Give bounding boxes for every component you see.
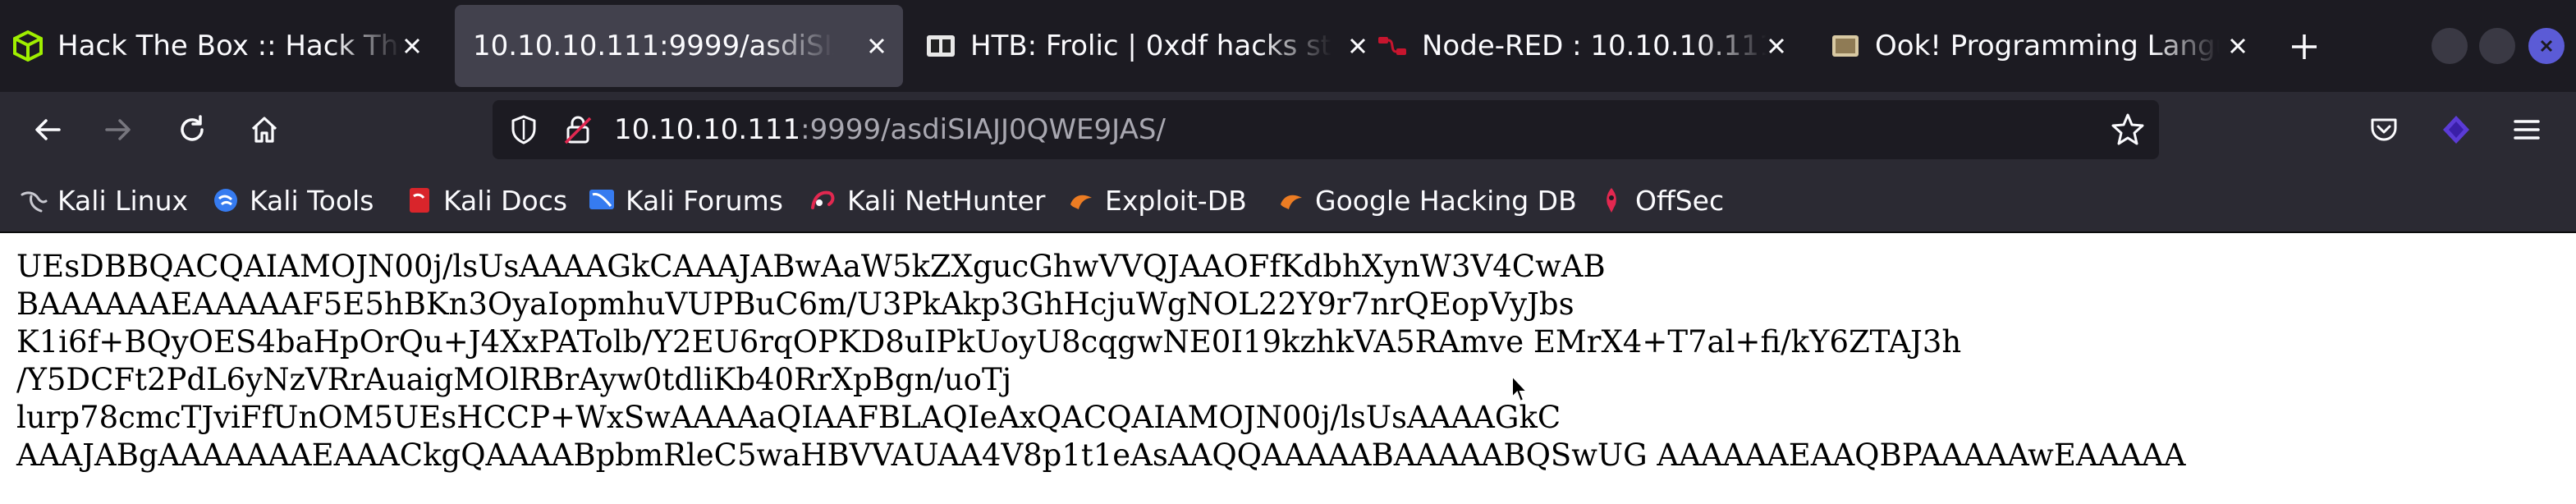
ghdb-icon	[1277, 186, 1305, 214]
kali-tools-icon	[212, 186, 240, 214]
navigation-toolbar: 10.10.10.111:9999/asdiSIAJJ0QWE9JAS/	[0, 92, 2576, 167]
bookmarks-toolbar: Kali Linux Kali Tools Kali Docs Kali For…	[0, 167, 2576, 233]
tab-hack-the-box[interactable]: Hack The Box :: Hack The Box	[11, 5, 438, 87]
bookmark-label: Kali Tools	[250, 184, 374, 217]
extension-icon[interactable]	[2435, 108, 2477, 151]
hamburger-menu-icon[interactable]	[2505, 108, 2548, 151]
tracking-protection-shield-icon[interactable]	[507, 113, 540, 149]
tab-title: HTB: Frolic | 0xdf hacks stuff	[970, 30, 1332, 62]
home-button[interactable]	[243, 108, 286, 151]
bookmark-label: Kali Docs	[443, 184, 568, 217]
close-tab-icon[interactable]	[860, 30, 893, 62]
tab-htb-frolic[interactable]: HTB: Frolic | 0xdf hacks stuff	[924, 5, 1384, 87]
mouse-pointer-icon	[1510, 373, 1530, 407]
address-bar[interactable]: 10.10.10.111:9999/asdiSIAJJ0QWE9JAS/	[493, 100, 2159, 159]
bookmark-kali-forums[interactable]: Kali Forums	[588, 182, 783, 218]
tab-title: Hack The Box :: Hack The Box	[57, 30, 402, 62]
htb-cube-icon	[11, 30, 44, 62]
bookmark-offsec[interactable]: OffSec	[1597, 182, 1724, 218]
bookmark-kali-tools[interactable]: Kali Tools	[212, 182, 374, 218]
content-line: AAAJABgAAAAAAAEAAACkgQAAAABpbmRleC5waHBV…	[16, 438, 2186, 473]
bookmark-label: Exploit-DB	[1105, 184, 1247, 217]
bookmark-label: Kali NetHunter	[847, 184, 1046, 217]
insecure-lock-icon[interactable]	[561, 113, 594, 149]
tab-ook[interactable]: Ook! Programming Language	[1829, 5, 2264, 87]
close-tab-icon[interactable]	[2221, 30, 2254, 62]
tab-title: Ook! Programming Language	[1875, 30, 2220, 62]
0xdf-icon	[924, 30, 957, 62]
bookmark-kali-linux[interactable]: Kali Linux	[20, 182, 188, 218]
bookmark-kali-nethunter[interactable]: Kali NetHunter	[809, 182, 1046, 218]
bookmark-label: Kali Forums	[626, 184, 783, 217]
bookmark-exploit-db[interactable]: Exploit-DB	[1067, 182, 1247, 218]
bookmark-label: Kali Linux	[57, 184, 189, 217]
close-tab-icon[interactable]	[1760, 30, 1793, 62]
back-button[interactable]	[26, 108, 69, 151]
ook-icon	[1829, 30, 1862, 62]
tab-title: Node-RED : 10.10.10.111	[1422, 30, 1767, 62]
close-window-button[interactable]	[2528, 28, 2565, 64]
kali-dragon-icon	[20, 186, 48, 214]
bookmark-star-icon[interactable]	[2110, 112, 2146, 151]
pocket-icon[interactable]	[2363, 108, 2405, 151]
maximize-window-button[interactable]	[2479, 28, 2515, 64]
new-tab-button[interactable]	[2282, 25, 2326, 69]
url-path: :9999/asdiSIAJJ0QWE9JAS/	[800, 113, 1166, 146]
minimize-window-button[interactable]	[2432, 28, 2468, 64]
bookmark-kali-docs[interactable]: Kali Docs	[406, 182, 567, 218]
content-line: BAAAAAAEAAAAAF5E5hBKn3OyaIopmhuVUPBuC6m/…	[16, 286, 1574, 322]
offsec-icon	[1597, 186, 1625, 214]
content-line: lurp78cmcTJviFfUnOM5UEsHCCP+WxSwAAAAaQIA…	[16, 400, 1561, 435]
url-host: 10.10.10.111	[614, 113, 801, 146]
close-tab-icon[interactable]	[1341, 30, 1374, 62]
page-content: UEsDBBQACQAIAMOJN00j/lsUsAAAAGkCAAAJABwA…	[0, 233, 2576, 504]
content-line: /Y5DCFt2PdL6yNzVRrAuaigMOlRBrAyw0tdliKb4…	[16, 362, 1012, 397]
nethunter-icon	[809, 186, 837, 214]
tab-title: 10.10.10.111:9999/asdiSIAJJ0QWE9JAS/	[473, 30, 834, 62]
bookmark-label: Google Hacking DB	[1315, 184, 1577, 217]
url-text[interactable]: 10.10.10.111:9999/asdiSIAJJ0QWE9JAS/	[614, 100, 1166, 159]
exploit-db-icon	[1067, 186, 1095, 214]
tab-node-red[interactable]: Node-RED : 10.10.10.111	[1376, 5, 1803, 87]
content-line: K1i6f+BQyOES4baHpOrQu+J4XxPATolb/Y2EU6rq…	[16, 324, 1962, 360]
content-line: UEsDBBQACQAIAMOJN00j/lsUsAAAAGkCAAAJABwA…	[16, 249, 1606, 284]
forward-button[interactable]	[97, 108, 140, 151]
reload-button[interactable]	[171, 108, 213, 151]
bookmark-label: OffSec	[1635, 184, 1725, 217]
kali-docs-icon	[406, 186, 433, 214]
close-tab-icon[interactable]	[396, 30, 429, 62]
node-red-icon	[1376, 30, 1409, 62]
bookmark-google-hacking-db[interactable]: Google Hacking DB	[1277, 182, 1577, 218]
tab-active-page[interactable]: 10.10.10.111:9999/asdiSIAJJ0QWE9JAS/	[455, 5, 903, 87]
kali-forums-icon	[588, 186, 616, 214]
tab-strip: Hack The Box :: Hack The Box 10.10.10.11…	[0, 0, 2576, 92]
